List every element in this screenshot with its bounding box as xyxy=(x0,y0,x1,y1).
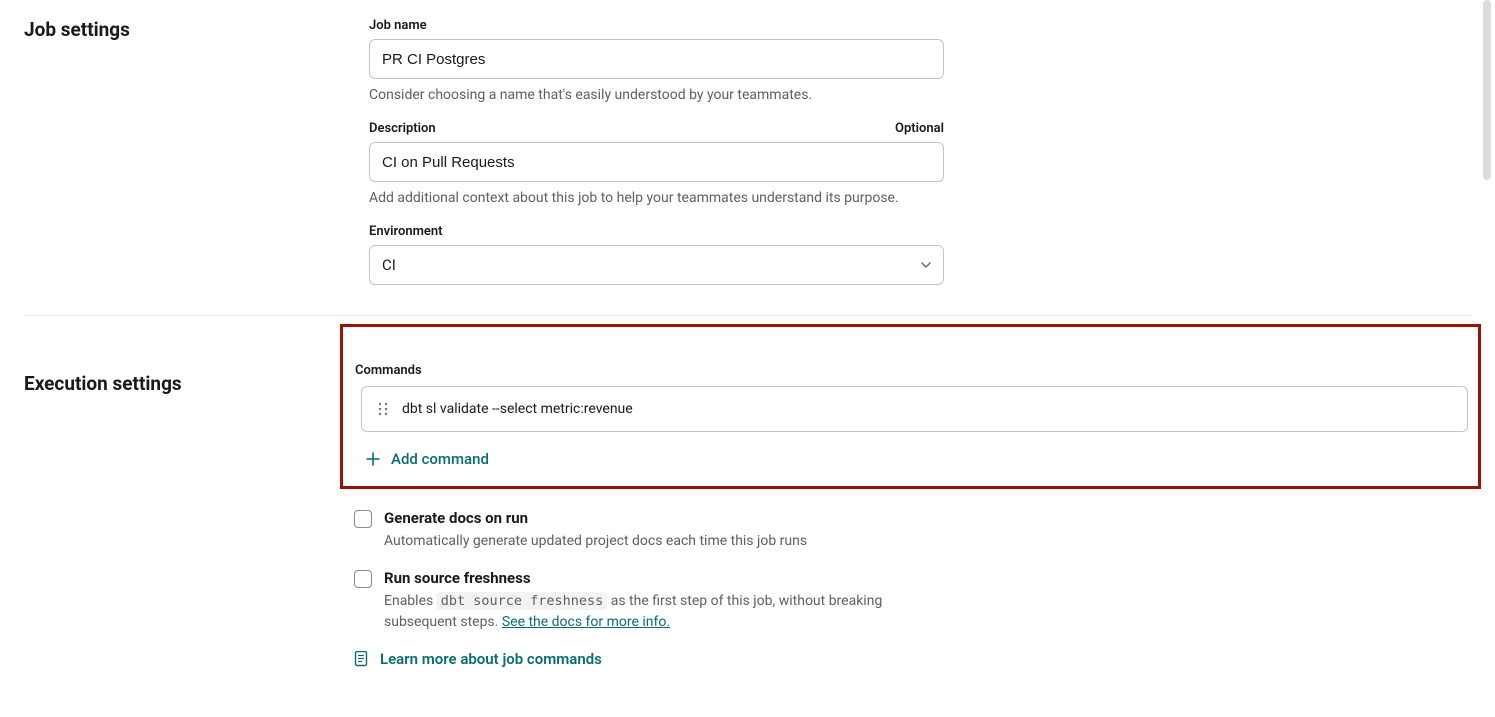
job-name-help: Consider choosing a name that's easily u… xyxy=(369,87,1444,103)
run-source-freshness-group: Run source freshness Enables dbt source … xyxy=(354,569,1471,632)
plus-icon xyxy=(365,451,381,467)
drag-handle-icon[interactable] xyxy=(376,402,390,416)
generate-docs-group: Generate docs on run Automatically gener… xyxy=(354,509,1471,551)
job-settings-heading: Job settings xyxy=(24,18,369,41)
description-group: Description Optional Add additional cont… xyxy=(369,121,1444,206)
generate-docs-title: Generate docs on run xyxy=(384,509,807,527)
execution-settings-heading: Execution settings xyxy=(24,372,354,395)
description-optional-tag: Optional xyxy=(895,121,944,136)
add-command-label: Add command xyxy=(391,450,489,468)
environment-group: Environment CI xyxy=(369,224,1444,285)
job-name-label: Job name xyxy=(369,18,427,33)
run-source-freshness-title: Run source freshness xyxy=(384,569,944,587)
description-help: Add additional context about this job to… xyxy=(369,190,1444,206)
generate-docs-desc: Automatically generate updated project d… xyxy=(384,531,807,551)
commands-label: Commands xyxy=(355,363,1470,378)
source-freshness-code: dbt source freshness xyxy=(437,592,608,610)
learn-more-link[interactable]: Learn more about job commands xyxy=(354,650,1471,668)
job-settings-section: Job settings Job name Consider choosing … xyxy=(0,0,1495,315)
execution-settings-section: Execution settings Commands dbt sl valid… xyxy=(0,316,1495,688)
command-row[interactable]: dbt sl validate --select metric:revenue xyxy=(361,386,1468,432)
description-label: Description xyxy=(369,121,436,136)
description-input[interactable] xyxy=(369,142,944,182)
see-docs-link[interactable]: See the docs for more info. xyxy=(502,614,670,630)
command-text: dbt sl validate --select metric:revenue xyxy=(402,401,633,417)
document-icon xyxy=(354,651,370,667)
environment-select[interactable]: CI xyxy=(369,245,944,285)
run-source-freshness-checkbox[interactable] xyxy=(354,570,372,588)
run-source-freshness-desc: Enables dbt source freshness as the firs… xyxy=(384,591,944,632)
learn-more-label: Learn more about job commands xyxy=(380,650,602,668)
generate-docs-checkbox[interactable] xyxy=(354,510,372,528)
add-command-button[interactable]: Add command xyxy=(355,438,1470,474)
environment-label: Environment xyxy=(369,224,443,239)
scrollbar[interactable] xyxy=(1483,0,1491,180)
environment-selected-value: CI xyxy=(382,256,396,274)
commands-highlight-box: Commands dbt sl validate --select metric… xyxy=(340,324,1481,489)
job-name-input[interactable] xyxy=(369,39,944,79)
job-name-group: Job name Consider choosing a name that's… xyxy=(369,18,1444,103)
